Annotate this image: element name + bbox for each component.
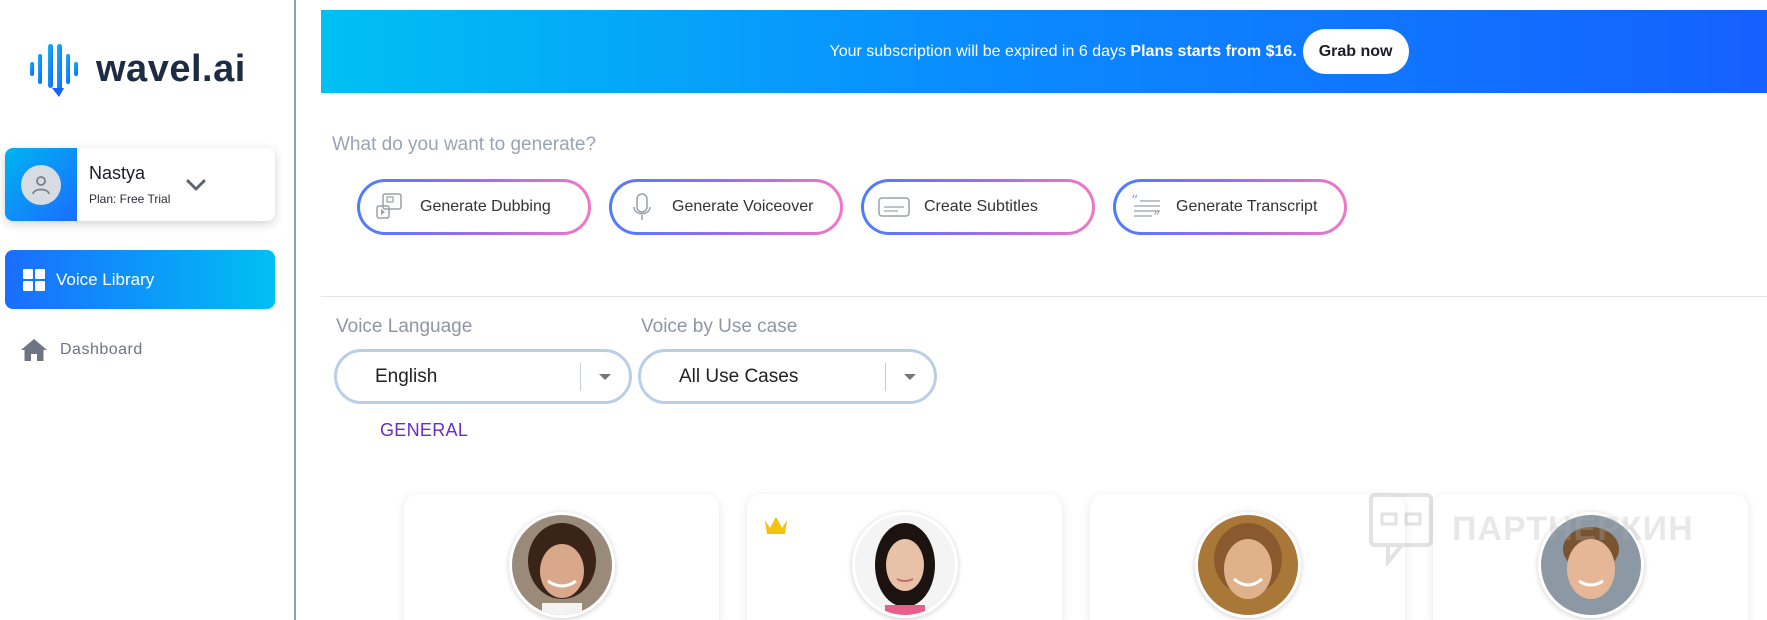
voice-avatar [1194, 512, 1301, 618]
sidebar-item-dashboard[interactable]: Dashboard [20, 338, 143, 362]
chevron-down-icon[interactable] [185, 174, 207, 196]
user-plan: Plan: Free Trial [89, 192, 171, 206]
watermark-text: ПАРТНЕРКИН [1452, 509, 1694, 548]
subtitles-icon [878, 197, 910, 217]
generate-options: Generate Dubbing Generate Voiceover Crea… [357, 179, 1347, 235]
voice-language-label: Voice Language [336, 316, 473, 337]
banner-text: Your subscription will be expired in 6 d… [829, 42, 1126, 60]
section-divider [321, 296, 1767, 297]
app-root: wavel.ai Nastya Plan: Free Trial Voice L… [0, 0, 1767, 620]
banner-message: Your subscription will be expired in 6 d… [830, 43, 1297, 61]
voice-card[interactable] [1090, 494, 1405, 620]
sidebar-item-label: Dashboard [60, 341, 143, 358]
user-menu[interactable]: Nastya Plan: Free Trial [5, 148, 275, 221]
user-name: Nastya [89, 163, 146, 183]
grid-icon [23, 268, 45, 291]
sidebar-item-label: Voice Library [56, 269, 155, 289]
sidebar: wavel.ai Nastya Plan: Free Trial Voice L… [0, 0, 296, 620]
voice-card[interactable] [747, 494, 1062, 620]
generate-option-label: Generate Transcript [1176, 198, 1318, 215]
generate-option-label: Generate Dubbing [420, 198, 551, 215]
logo-waveform-icon [30, 44, 78, 97]
voice-avatar [508, 512, 615, 618]
sidebar-item-voice-library[interactable]: Voice Library [5, 250, 275, 309]
caret-down-icon[interactable] [886, 373, 934, 381]
user-avatar-box [5, 148, 77, 221]
generate-option-label: Create Subtitles [924, 198, 1038, 215]
dubbing-icon [376, 193, 402, 219]
watermark: ПАРТНЕРКИН [1368, 492, 1694, 566]
voice-usecase-select[interactable]: All Use Cases [638, 349, 937, 404]
select-value: English [375, 365, 438, 387]
brand-name: wavel.ai [96, 47, 246, 90]
transcript-icon: “ ” [1131, 193, 1160, 222]
logo[interactable]: wavel.ai [28, 40, 246, 98]
generate-dubbing-button[interactable]: Generate Dubbing [357, 179, 591, 235]
select-value: All Use Cases [679, 365, 799, 387]
generate-transcript-button[interactable]: “ ” Generate Transcript [1113, 179, 1347, 235]
microphone-icon [633, 193, 651, 220]
category-heading: GENERAL [380, 420, 469, 440]
voice-avatar [851, 512, 958, 618]
avatar [21, 164, 61, 205]
subscription-banner: Your subscription will be expired in 6 d… [321, 10, 1767, 93]
user-icon [32, 175, 50, 194]
generate-option-label: Generate Voiceover [672, 198, 814, 215]
watermark-logo-icon [1369, 493, 1433, 566]
generate-voiceover-button[interactable]: Generate Voiceover [609, 179, 843, 235]
voice-card[interactable] [404, 494, 719, 620]
caret-down-icon[interactable] [581, 373, 629, 381]
svg-text:“: “ [1131, 193, 1138, 209]
svg-text:”: ” [1153, 210, 1160, 222]
home-icon [21, 339, 47, 361]
user-info: Nastya Plan: Free Trial [89, 163, 170, 206]
create-subtitles-button[interactable]: Create Subtitles [861, 179, 1095, 235]
voice-usecase-label: Voice by Use case [641, 316, 798, 337]
banner-emphasis: Plans starts from $16. [1130, 42, 1297, 60]
grab-now-button[interactable]: Grab now [1302, 29, 1409, 74]
generate-question: What do you want to generate? [332, 134, 597, 155]
voice-language-select[interactable]: English [334, 349, 632, 404]
crown-icon [765, 517, 787, 534]
